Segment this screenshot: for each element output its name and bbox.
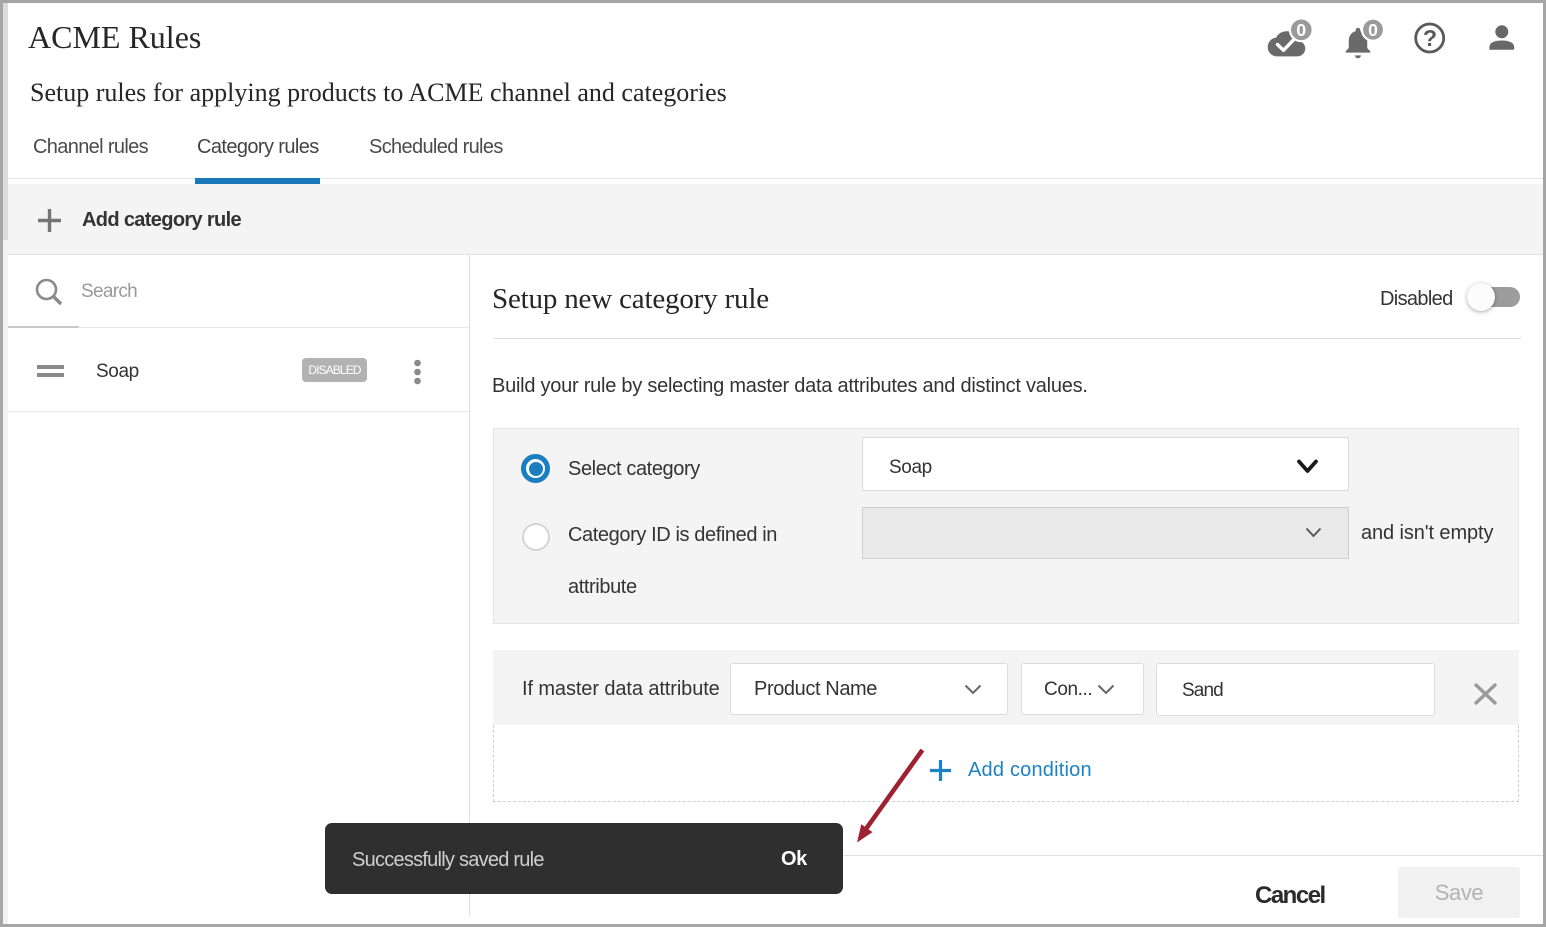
svg-text:0: 0 [1296, 20, 1306, 40]
svg-text:0: 0 [1368, 20, 1378, 40]
svg-text:?: ? [1423, 25, 1437, 51]
